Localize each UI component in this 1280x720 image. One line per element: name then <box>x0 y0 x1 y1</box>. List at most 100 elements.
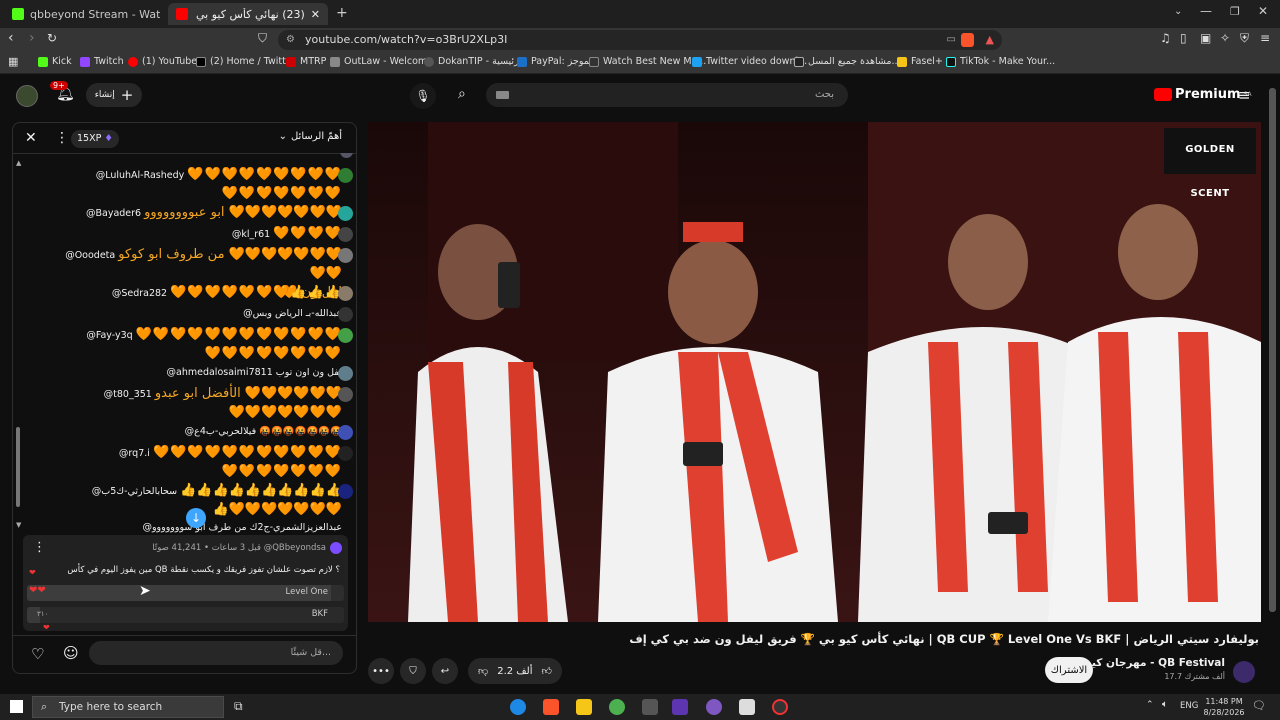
media-icon[interactable]: ♫ <box>1160 31 1171 45</box>
vpn-icon[interactable]: ⛨ <box>1240 31 1249 46</box>
bookmark-tiktok[interactable]: TikTok - Make Your... <box>946 56 1055 67</box>
brave-rewards-icon[interactable]: ▲ <box>986 30 994 50</box>
create-button[interactable]: إنشاء + <box>86 83 142 107</box>
list-item[interactable]: @kl_r61 🧡🧡🧡🧡 <box>52 225 342 244</box>
new-tab-icon[interactable]: + <box>336 5 348 21</box>
discord-icon[interactable] <box>706 699 722 715</box>
edge-icon[interactable] <box>510 699 526 715</box>
avatar[interactable] <box>1233 661 1255 683</box>
brave-icon[interactable] <box>543 699 559 715</box>
page-scrollbar[interactable] <box>1269 88 1276 612</box>
site-info-icon[interactable]: ⚙ <box>286 30 295 50</box>
like-icon[interactable]: 👍︎ <box>542 665 552 677</box>
windows-start-icon[interactable] <box>10 700 23 713</box>
bookmark-outlaw[interactable]: OutLaw - Welcome <box>330 56 433 67</box>
channel-watermark[interactable]: GOLDEN SCENT <box>1164 128 1256 199</box>
poll-option-bkf[interactable]: ٣١٠ BKF <box>27 607 344 623</box>
chrome-icon[interactable] <box>609 699 625 715</box>
obs-icon[interactable] <box>772 699 788 715</box>
restore-icon[interactable]: ❐ <box>1230 5 1240 18</box>
cast-icon[interactable]: ▭ <box>947 30 956 50</box>
heart-reaction-button[interactable]: ♡ <box>31 645 44 663</box>
emoji-icon[interactable]: ☺ <box>63 644 79 662</box>
bookmark-page-icon[interactable]: ⛉ <box>258 31 267 46</box>
leo-icon[interactable]: ✧ <box>1220 31 1230 45</box>
list-item[interactable]: @ahmedalosaimi7811 لفل ون اون توب <box>52 364 342 382</box>
volume-icon[interactable]: 🔈︎ <box>1162 699 1168 710</box>
tab-youtube[interactable]: (23) نهائي كأس كيو بي 🏆 فريق ل ✕ <box>168 3 328 25</box>
mouse-cursor-icon: ➤ <box>139 583 151 599</box>
tray-chevron-icon[interactable]: ⌃ <box>1146 700 1154 710</box>
voice-search-button[interactable]: 🎙︎ <box>410 83 436 109</box>
paypal-icon <box>517 56 527 67</box>
avatar[interactable] <box>16 85 38 107</box>
bookmark-kick[interactable]: Kick <box>38 56 72 67</box>
list-item[interactable]: @عبدالله-بـ الرياض وبس <box>52 305 342 323</box>
bookmark-series[interactable]: مشاهدة جميع المسل... <box>794 56 901 67</box>
tab-qbbeyond[interactable]: qbbeyond Stream - Watch Live o <box>4 3 160 25</box>
dokantip-icon <box>424 56 434 67</box>
language-indicator[interactable]: ENG <box>1180 701 1198 711</box>
poll-option-level-one[interactable]: ❤❤ Level One <box>27 585 344 601</box>
bookmark-paypal[interactable]: PayPal: الموجز <box>517 56 595 67</box>
more-options-icon[interactable]: ⋮ <box>55 130 69 146</box>
task-view-icon[interactable]: ⧉ <box>234 699 243 714</box>
list-item[interactable]: @rq7.i 🧡🧡🧡🧡🧡🧡🧡🧡🧡🧡🧡 🧡🧡🧡🧡🧡🧡🧡 <box>52 444 342 482</box>
more-actions-button[interactable]: ••• <box>368 658 394 684</box>
menu-icon[interactable]: ≡ <box>1260 31 1270 45</box>
bookmark-twitter-video[interactable]: Twitter video downl... <box>692 56 807 67</box>
list-item[interactable]: @LuluhAl-Rashedy 🧡🧡🧡🧡🧡🧡🧡🧡🧡 🧡🧡🧡🧡🧡🧡🧡 <box>52 166 342 204</box>
keyboard-icon[interactable] <box>496 91 509 99</box>
list-item[interactable]: @Bayader6 ابو عبوووووووو 🧡🧡🧡🧡🧡🧡🧡 <box>52 204 342 223</box>
bookmark-youtube[interactable]: (1) YouTube <box>128 56 197 67</box>
bookmark-fasel[interactable]: Fasel+ <box>897 56 943 67</box>
scroll-down-icon[interactable]: ▼ <box>16 521 21 529</box>
video-player[interactable]: GOLDEN SCENT <box>368 122 1261 622</box>
back-icon[interactable]: ‹ <box>8 30 14 46</box>
share-button[interactable]: ↩ <box>432 658 458 684</box>
notification-center-icon[interactable]: 🗨︎ <box>1252 699 1266 712</box>
next-app-icon[interactable] <box>672 699 688 715</box>
xp-badge[interactable]: 15XP ♦ <box>71 130 119 148</box>
list-item[interactable]: @فيلالحربي-ب4ع 🤬🤬🤬🤬🤬🤬🤬 <box>52 423 342 441</box>
chat-input[interactable]: قل شيئًا... <box>89 641 343 665</box>
dislike-icon[interactable]: 👎︎ <box>478 665 488 677</box>
taskbar-search[interactable]: ⌕ Type here to search <box>32 696 224 718</box>
youtube-premium-logo[interactable]: Premium SA <box>1154 87 1252 102</box>
apps-grid-icon[interactable]: ▦ <box>8 55 18 68</box>
clock[interactable]: 11:48 PM 8/28/2026 <box>1202 696 1246 718</box>
list-item[interactable]: @Sedra282 🧡🧡🧡🧡🧡🧡🧡👍👍👍 <box>52 284 342 303</box>
guide-menu-icon[interactable]: ≡ <box>1238 86 1251 104</box>
jump-to-bottom-icon[interactable]: ↓ <box>186 508 206 528</box>
notepad-icon[interactable] <box>739 699 755 715</box>
subscribe-button[interactable]: الاشتراك <box>1045 657 1093 683</box>
close-window-icon[interactable]: ✕ <box>1258 4 1268 18</box>
minimize-icon[interactable]: — <box>1200 4 1212 18</box>
search-input[interactable]: بحث <box>486 83 848 107</box>
list-item[interactable]: @t80_351 الأفضل ابو عبدو 🧡🧡🧡🧡🧡🧡 🧡🧡🧡🧡🧡🧡🧡 <box>52 385 342 423</box>
wallet-icon[interactable]: ▣ <box>1200 31 1211 45</box>
scroll-up-icon[interactable]: ▲ <box>16 159 21 167</box>
save-button[interactable]: ⛉ <box>400 658 426 684</box>
close-tab-icon[interactable]: ✕ <box>311 8 320 21</box>
chat-mode-dropdown[interactable]: ⌄ أهمّ الرسائل <box>279 131 342 142</box>
brave-shield-icon[interactable] <box>961 33 974 47</box>
list-item[interactable]: @Fay-y3q 🧡🧡🧡🧡🧡🧡🧡🧡🧡🧡🧡🧡 🧡🧡🧡🧡🧡🧡🧡🧡 <box>52 326 342 364</box>
bookmark-twitch[interactable]: Twitch <box>80 56 124 67</box>
youtube-header: 🔔︎ 9+ إنشاء + 🎙︎ ⌕ بحث Premium SA ≡ <box>0 76 1280 116</box>
search-icon[interactable]: ⌕ <box>458 86 466 102</box>
bookmark-twitter[interactable]: (2) Home / Twitter <box>196 56 296 67</box>
bookmark-dokantip[interactable]: DokanTIP - الرئيسية <box>424 56 525 67</box>
file-explorer-icon[interactable] <box>576 699 592 715</box>
poll-more-icon[interactable]: ⋮ <box>33 540 46 555</box>
chat-scrollbar[interactable] <box>16 427 20 507</box>
reload-icon[interactable]: ↻ <box>47 31 57 45</box>
app-icon[interactable] <box>642 699 658 715</box>
bookmark-mtrp[interactable]: MTRP <box>286 56 326 67</box>
close-chat-icon[interactable]: ✕ <box>25 130 37 146</box>
url-input[interactable]: ⚙ youtube.com/watch?v=o3BrU2XLp3I ▭ ▲ <box>278 30 1002 50</box>
forward-icon[interactable]: › <box>29 30 35 46</box>
bookmark-watch-movies[interactable]: Watch Best New Mo... <box>589 56 706 67</box>
sidebar-icon[interactable]: ▯ <box>1180 31 1187 45</box>
tab-list-icon[interactable]: ⌄ <box>1174 6 1182 17</box>
